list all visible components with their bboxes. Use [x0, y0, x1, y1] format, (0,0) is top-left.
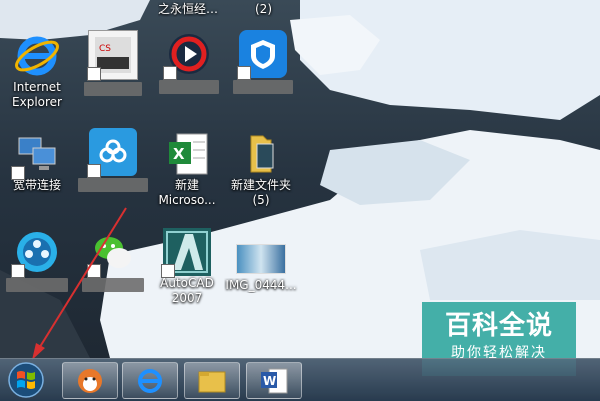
desktop-icon-cloud[interactable] — [76, 128, 150, 192]
desktop-icon-video-player[interactable] — [0, 228, 74, 292]
taskbar-app-file-explorer[interactable] — [184, 362, 240, 399]
desktop-icon-excel-new[interactable]: X 新建 Microso... — [150, 130, 224, 208]
blurred-label — [78, 178, 148, 192]
folder-icon — [198, 371, 226, 393]
windows-logo-icon — [8, 362, 44, 398]
taskbar-app-fox[interactable] — [62, 362, 118, 399]
icon-label-line1: AutoCAD — [160, 276, 214, 290]
wechat-icon — [87, 228, 137, 278]
desktop: 之永恒经… (2) Internet Explorer CS 宽带连接 X 新建… — [0, 0, 600, 401]
shortcut-arrow-icon — [87, 67, 101, 81]
icon-label-line2: (5) — [252, 193, 270, 207]
watermark-title: 百科全说 — [444, 311, 553, 341]
blurred-label — [159, 80, 219, 94]
image-thumbnail-icon — [236, 244, 286, 274]
icon-label-line2: 2007 — [171, 291, 203, 305]
shortcut-arrow-icon — [87, 164, 101, 178]
excel-file-icon: X — [163, 130, 211, 178]
blurred-label — [233, 80, 293, 94]
desktop-icon-software-2[interactable] — [152, 30, 226, 94]
icon-label-line1: 宽带连接 — [12, 178, 61, 192]
shortcut-arrow-icon — [161, 264, 175, 278]
shortcut-arrow-icon — [11, 264, 25, 278]
film-reel-icon — [11, 228, 61, 278]
blurred-label — [82, 278, 144, 292]
shortcut-arrow-icon — [11, 166, 25, 180]
top-label-1: 之永恒经… — [158, 2, 219, 16]
red-blue-player-icon — [163, 30, 213, 80]
blurred-label — [84, 82, 142, 96]
folder-icon — [237, 130, 285, 178]
desktop-icon-software-1[interactable]: CS — [76, 30, 150, 96]
shortcut-arrow-icon — [237, 66, 251, 80]
word-document-icon: W — [261, 368, 288, 394]
taskbar: W — [0, 358, 600, 401]
svg-text:CS: CS — [99, 44, 111, 54]
svg-text:W: W — [263, 374, 276, 388]
icon-label-line1: IMG_0444... — [225, 278, 297, 292]
start-button[interactable] — [4, 359, 48, 401]
network-computer-icon — [11, 130, 61, 180]
fox-mascot-icon — [78, 369, 102, 393]
icon-label-line1: 新建文件夹 — [230, 178, 291, 192]
blurred-label — [6, 278, 68, 292]
autocad-icon — [161, 228, 211, 278]
shortcut-arrow-icon — [87, 264, 101, 278]
shortcut-arrow-icon — [163, 66, 177, 80]
cloud-icon — [87, 128, 137, 178]
desktop-icon-software-3[interactable] — [226, 30, 300, 94]
svg-text:X: X — [173, 145, 185, 163]
icon-label-line2: Explorer — [12, 95, 62, 109]
software-box-icon: CS — [87, 30, 138, 81]
desktop-icon-broadband[interactable]: 宽带连接 — [0, 130, 74, 193]
internet-explorer-icon — [13, 32, 61, 80]
taskbar-app-word[interactable]: W — [246, 362, 302, 399]
icon-label-line1: Internet — [13, 80, 61, 94]
internet-explorer-icon — [138, 369, 162, 393]
shield-icon — [237, 30, 287, 80]
taskbar-app-internet-explorer[interactable] — [122, 362, 178, 399]
desktop-icon-image-file[interactable]: IMG_0444... — [224, 240, 298, 293]
desktop-icon-autocad[interactable]: AutoCAD 2007 — [150, 228, 224, 306]
desktop-icon-internet-explorer[interactable]: Internet Explorer — [0, 32, 74, 110]
desktop-icon-new-folder[interactable]: 新建文件夹 (5) — [224, 130, 298, 208]
desktop-icon-wechat[interactable] — [76, 228, 150, 292]
icon-label-line2: Microso... — [158, 193, 216, 207]
top-label-2: (2) — [255, 2, 272, 16]
icon-label-line1: 新建 — [174, 178, 199, 192]
